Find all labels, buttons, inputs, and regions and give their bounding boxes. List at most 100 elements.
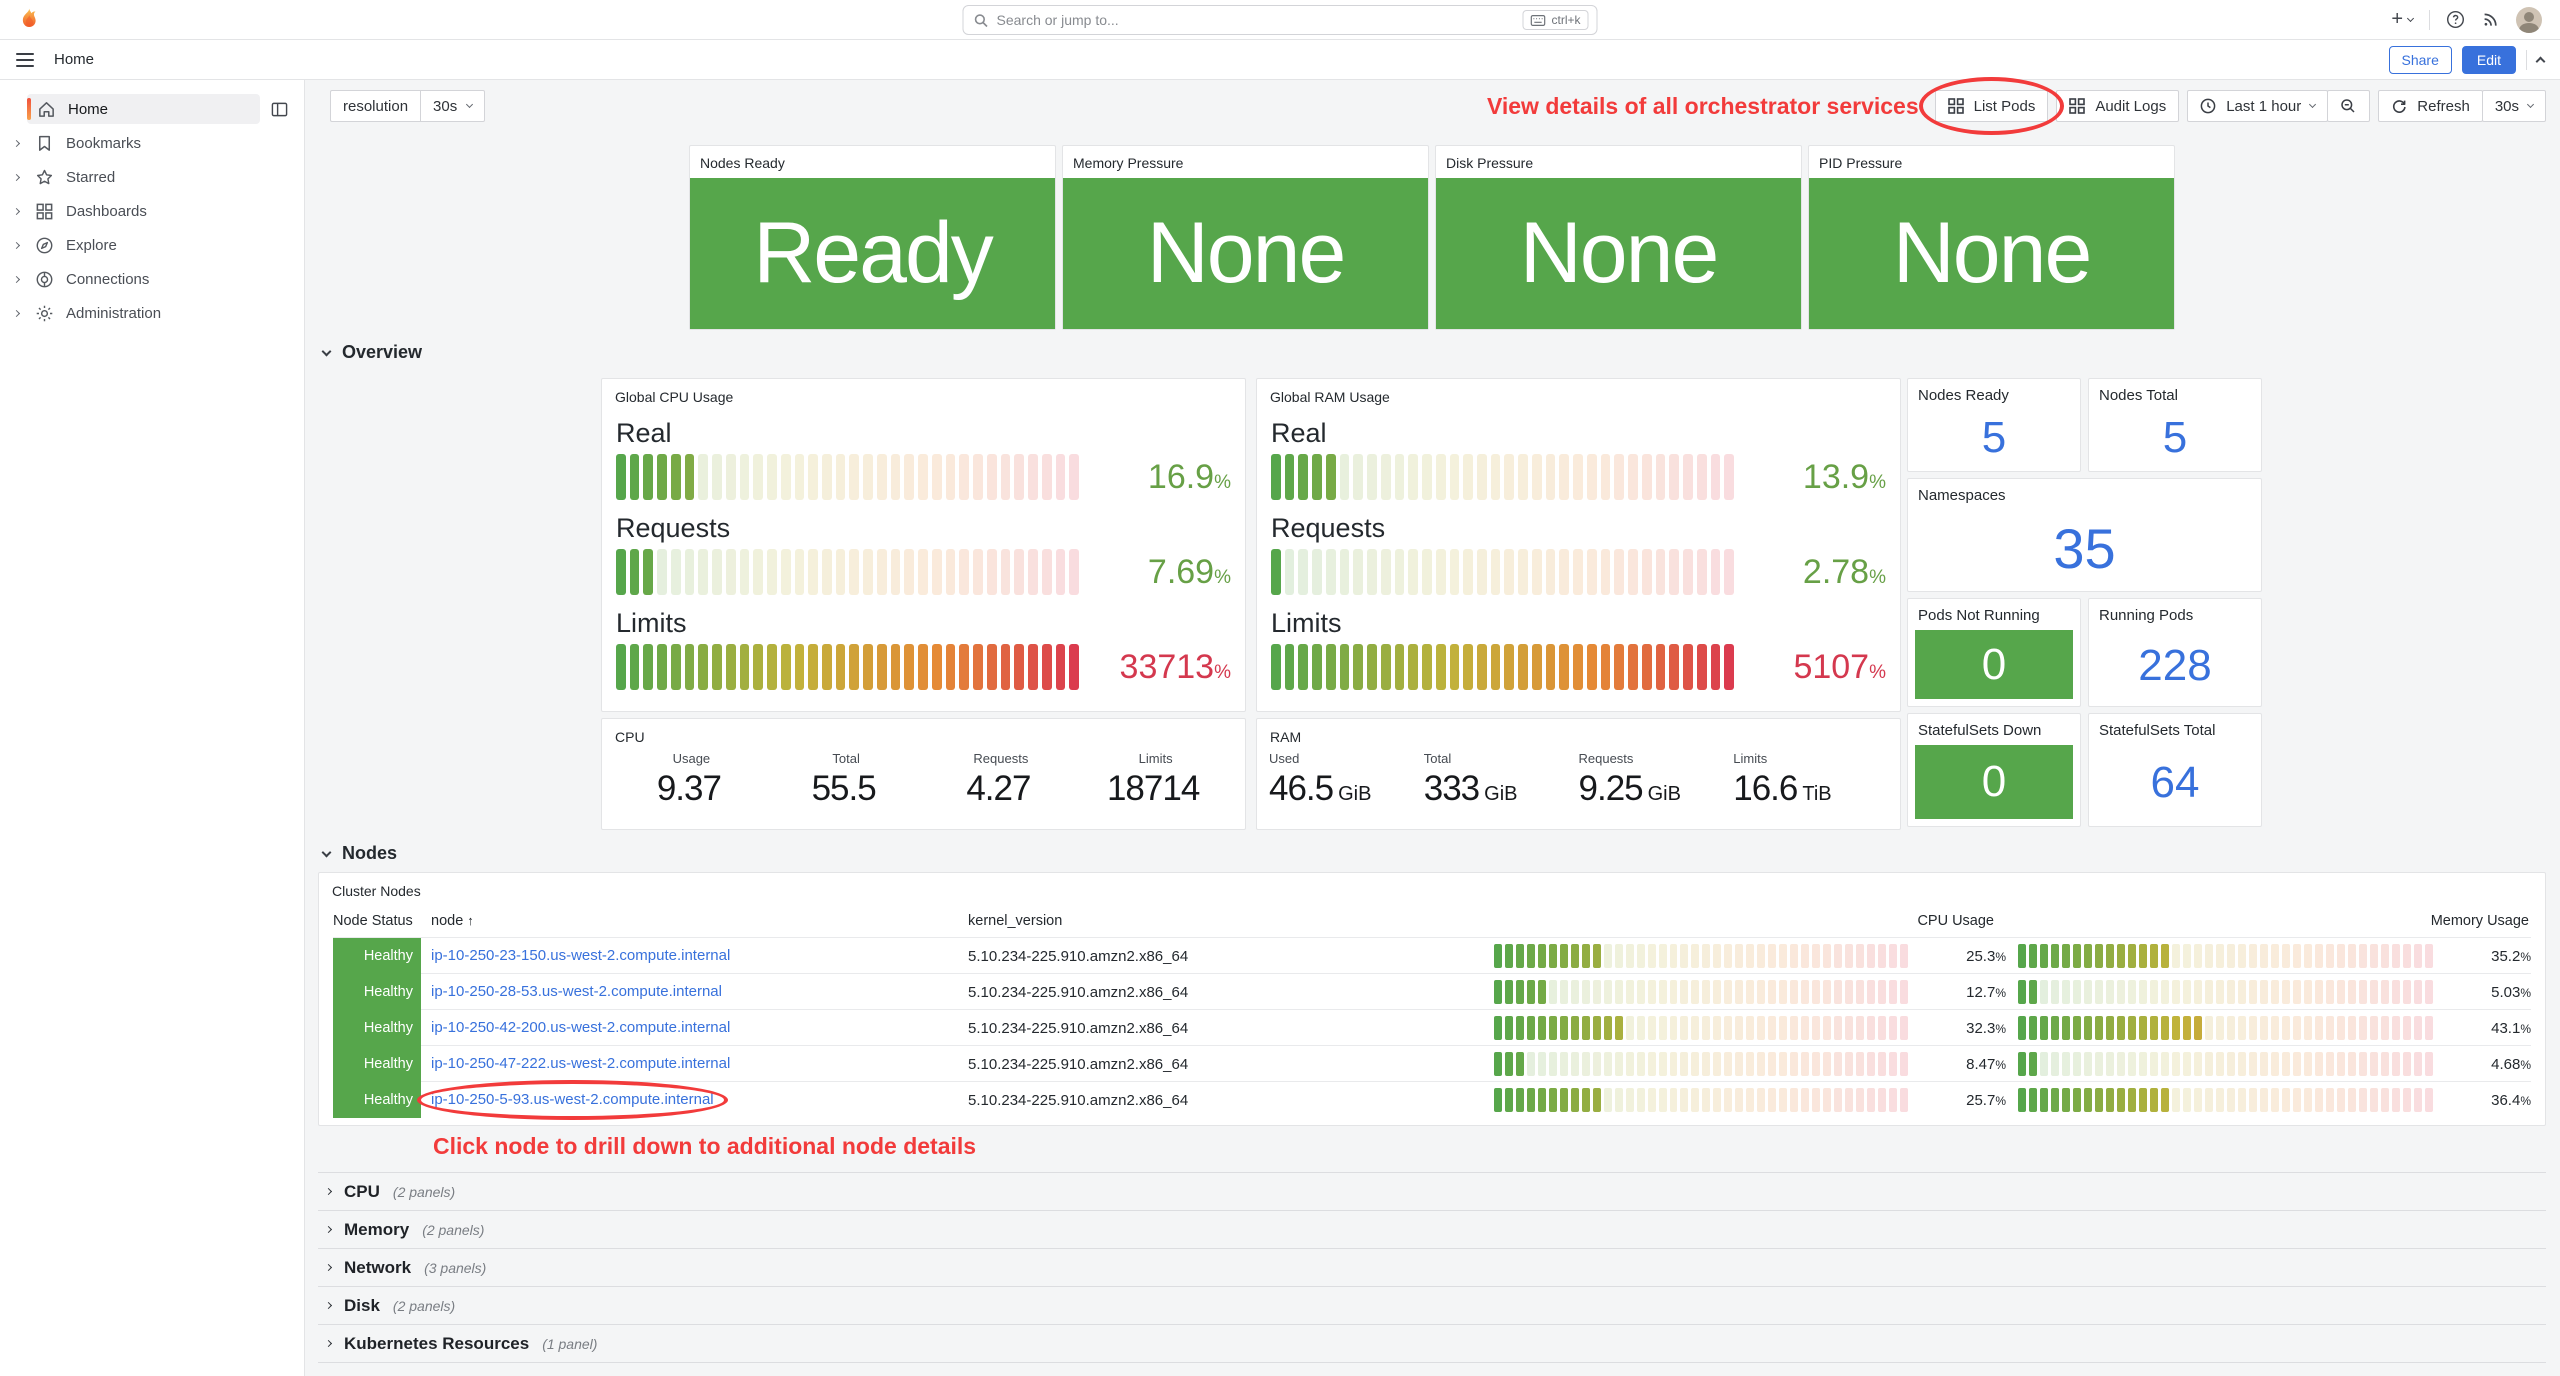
panel-title[interactable]: StatefulSets Total bbox=[2089, 714, 2261, 739]
panel-title[interactable]: Disk Pressure bbox=[1436, 146, 1801, 178]
panel-title[interactable]: Cluster Nodes bbox=[319, 873, 2545, 899]
chevron-right-icon[interactable] bbox=[13, 241, 20, 248]
column-header-node-status[interactable]: Node Status bbox=[333, 913, 421, 929]
node-link[interactable]: ip-10-250-47-222.us-west-2.compute.inter… bbox=[431, 1055, 730, 1072]
gauge-segment bbox=[1042, 454, 1052, 500]
panel-title[interactable]: Global CPU Usage bbox=[602, 379, 1245, 405]
panel-title[interactable]: Namespaces bbox=[1908, 479, 2261, 504]
panel-title[interactable]: RAM bbox=[1257, 719, 1900, 745]
gauge-segment bbox=[2359, 944, 2367, 968]
collapsed-section-cpu[interactable]: CPU(2 panels) bbox=[318, 1172, 2546, 1210]
gauge-segment bbox=[1271, 454, 1281, 500]
breadcrumb[interactable]: Home bbox=[54, 51, 94, 68]
gauge-segment bbox=[2161, 1052, 2169, 1076]
column-header-node[interactable]: node ↑ bbox=[421, 913, 958, 929]
collapsed-section-kubernetes-resources[interactable]: Kubernetes Resources(1 panel) bbox=[318, 1324, 2546, 1362]
panel-title[interactable]: Nodes Ready bbox=[1908, 379, 2080, 404]
gauge-segment bbox=[1812, 1052, 1820, 1076]
panel-title[interactable]: CPU bbox=[602, 719, 1245, 745]
gauge-segment bbox=[2117, 1052, 2125, 1076]
sidebar-item-administration[interactable]: Administration bbox=[8, 296, 296, 330]
panel-title[interactable]: PID Pressure bbox=[1809, 146, 2174, 178]
chevron-right-icon[interactable] bbox=[13, 173, 20, 180]
sidebar-item-pill[interactable]: Home bbox=[27, 94, 260, 124]
chevron-right-icon[interactable] bbox=[13, 309, 20, 316]
new-menu-button[interactable]: + bbox=[2391, 8, 2413, 31]
chevron-right-icon[interactable] bbox=[13, 139, 20, 146]
sidebar-item-dashboards[interactable]: Dashboards bbox=[8, 194, 296, 228]
sidebar-item-home[interactable]: Home bbox=[8, 92, 296, 126]
section-nodes[interactable]: Nodes bbox=[323, 843, 397, 864]
collapsed-section-network[interactable]: Network(3 panels) bbox=[318, 1248, 2546, 1286]
collapsed-section-disk[interactable]: Disk(2 panels) bbox=[318, 1286, 2546, 1324]
dock-sidebar-icon[interactable] bbox=[266, 96, 292, 122]
news-rss-icon[interactable] bbox=[2481, 10, 2500, 29]
gauge-segment bbox=[1768, 980, 1776, 1004]
zoom-out-button[interactable] bbox=[2327, 90, 2370, 122]
sidebar-item-connections[interactable]: Connections bbox=[8, 262, 296, 296]
panel-title[interactable]: Running Pods bbox=[2089, 599, 2261, 624]
gauge-segment bbox=[2425, 1052, 2433, 1076]
gauge-segment bbox=[1878, 1016, 1886, 1040]
node-link[interactable]: ip-10-250-23-150.us-west-2.compute.inter… bbox=[431, 947, 730, 964]
node-link[interactable]: ip-10-250-28-53.us-west-2.compute.intern… bbox=[431, 983, 722, 1000]
resolution-select[interactable]: 30s bbox=[420, 90, 485, 122]
gauge-list: Real16.9%Requests7.69%Limits33713% bbox=[602, 418, 1245, 690]
gauge-segment bbox=[2205, 1052, 2213, 1076]
collapse-header-icon[interactable] bbox=[2536, 57, 2546, 67]
gauge-segment bbox=[1450, 644, 1460, 690]
sidebar-item-pill[interactable]: Administration bbox=[25, 298, 292, 328]
audit-logs-button[interactable]: Audit Logs bbox=[2056, 90, 2179, 122]
sidebar-item-pill[interactable]: Explore bbox=[25, 230, 292, 260]
search-input[interactable]: Search or jump to... ctrl+k bbox=[963, 5, 1598, 35]
gauge-segment bbox=[1724, 1052, 1732, 1076]
sidebar-item-pill[interactable]: Dashboards bbox=[25, 196, 292, 226]
column-header-kernel-version[interactable]: kernel_version bbox=[958, 913, 1482, 929]
gauge-segment bbox=[1867, 980, 1875, 1004]
mega-menu-toggle-icon[interactable] bbox=[16, 53, 34, 67]
share-button[interactable]: Share bbox=[2389, 46, 2452, 74]
panel-title[interactable]: Nodes Total bbox=[2089, 379, 2261, 404]
user-avatar[interactable] bbox=[2516, 7, 2542, 33]
sidebar-item-explore[interactable]: Explore bbox=[8, 228, 296, 262]
sidebar-item-starred[interactable]: Starred bbox=[8, 160, 296, 194]
column-header-memory-usage[interactable]: Memory Usage bbox=[2006, 913, 2531, 929]
sidebar-item-pill[interactable]: Connections bbox=[25, 264, 292, 294]
grafana-logo[interactable] bbox=[16, 7, 42, 33]
stat-value: 0 bbox=[1982, 757, 2006, 807]
gauge-segment bbox=[1494, 980, 1502, 1004]
panel-title[interactable]: StatefulSets Down bbox=[1908, 714, 2080, 739]
edit-button[interactable]: Edit bbox=[2462, 46, 2516, 74]
panel-title[interactable]: Pods Not Running bbox=[1908, 599, 2080, 624]
refresh-button[interactable]: Refresh bbox=[2378, 90, 2483, 122]
gauge-segment bbox=[1571, 944, 1579, 968]
column-header-cpu-usage[interactable]: CPU Usage bbox=[1482, 913, 2006, 929]
chevron-right-icon[interactable] bbox=[13, 207, 20, 214]
gauge-segment bbox=[2095, 1088, 2103, 1112]
sidebar-item-bookmarks[interactable]: Bookmarks bbox=[8, 126, 296, 160]
panel-title[interactable]: Memory Pressure bbox=[1063, 146, 1428, 178]
cluster-nodes-panel: Cluster Nodes Node Statusnode ↑kernel_ver… bbox=[318, 872, 2546, 1126]
section-overview[interactable]: Overview bbox=[323, 342, 422, 363]
sidebar-item-pill[interactable]: Bookmarks bbox=[25, 128, 292, 158]
help-icon[interactable] bbox=[2446, 10, 2465, 29]
gauge-segment bbox=[2403, 1052, 2411, 1076]
node-link[interactable]: ip-10-250-42-200.us-west-2.compute.inter… bbox=[431, 1019, 730, 1036]
sidebar-item-pill[interactable]: Starred bbox=[25, 162, 292, 192]
gauge-segment bbox=[1028, 644, 1038, 690]
gauge-segment bbox=[2271, 1016, 2279, 1040]
gauge-segment bbox=[1491, 454, 1501, 500]
panel-title[interactable]: Nodes Ready bbox=[690, 146, 1055, 178]
list-pods-button[interactable]: List Pods bbox=[1935, 90, 2049, 122]
bar-gauge bbox=[2018, 1052, 2433, 1076]
refresh-interval-select[interactable]: 30s bbox=[2482, 90, 2546, 122]
memory-usage-cell: 35.2% bbox=[2006, 938, 2531, 974]
gauge-segment bbox=[1845, 1088, 1853, 1112]
time-range-picker[interactable]: Last 1 hour bbox=[2187, 90, 2328, 122]
node-link[interactable]: ip-10-250-5-93.us-west-2.compute.interna… bbox=[431, 1091, 714, 1108]
gauge-segment bbox=[1571, 1052, 1579, 1076]
panel-title[interactable]: Global RAM Usage bbox=[1257, 379, 1900, 405]
collapsed-section-memory[interactable]: Memory(2 panels) bbox=[318, 1210, 2546, 1248]
gauge-segment bbox=[698, 644, 708, 690]
chevron-right-icon[interactable] bbox=[13, 275, 20, 282]
